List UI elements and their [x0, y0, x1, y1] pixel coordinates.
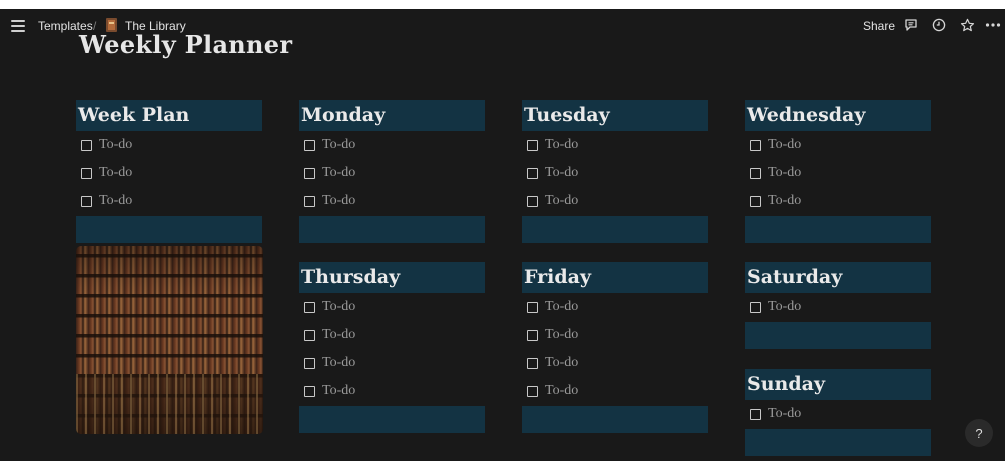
- todo-item[interactable]: To-do: [750, 163, 801, 183]
- library-photo: [76, 246, 263, 434]
- checkbox[interactable]: [527, 357, 538, 369]
- checkbox[interactable]: [527, 139, 538, 151]
- todo-label: To-do: [545, 383, 579, 398]
- help-button[interactable]: ?: [965, 419, 993, 447]
- todo-item[interactable]: To-do: [527, 135, 578, 155]
- checkbox[interactable]: [304, 329, 315, 341]
- todo-label: To-do: [545, 165, 579, 180]
- todo-item[interactable]: To-do: [304, 135, 355, 155]
- empty-block: [299, 216, 485, 243]
- todo-label: To-do: [99, 137, 133, 152]
- heading-sunday: Sunday: [745, 369, 931, 400]
- heading-monday: Monday: [299, 100, 485, 131]
- checkbox[interactable]: [527, 195, 538, 207]
- checkbox[interactable]: [527, 167, 538, 179]
- todo-item[interactable]: To-do: [304, 353, 355, 373]
- todo-item[interactable]: To-do: [304, 297, 355, 317]
- empty-block: [76, 216, 262, 243]
- window-top-strip: [0, 0, 1005, 9]
- todo-label: To-do: [768, 299, 802, 314]
- checkbox[interactable]: [527, 329, 538, 341]
- checkbox[interactable]: [527, 301, 538, 313]
- todo-label: To-do: [545, 299, 579, 314]
- checkbox[interactable]: [81, 139, 92, 151]
- heading-wednesday: Wednesday: [745, 100, 931, 131]
- comment-icon[interactable]: [902, 16, 920, 34]
- todo-item[interactable]: To-do: [750, 297, 801, 317]
- checkbox[interactable]: [750, 195, 761, 207]
- menu-icon[interactable]: [11, 20, 25, 32]
- page-title: Weekly Planner: [79, 30, 293, 59]
- todo-item[interactable]: To-do: [527, 297, 578, 317]
- checkbox[interactable]: [81, 167, 92, 179]
- todo-item[interactable]: To-do: [527, 353, 578, 373]
- todo-item[interactable]: To-do: [81, 191, 132, 211]
- heading-week-plan: Week Plan: [76, 100, 262, 131]
- todo-label: To-do: [322, 137, 356, 152]
- todo-item[interactable]: To-do: [750, 404, 801, 424]
- todo-label: To-do: [322, 355, 356, 370]
- todo-item[interactable]: To-do: [527, 191, 578, 211]
- checkbox[interactable]: [750, 139, 761, 151]
- heading-friday: Friday: [522, 262, 708, 293]
- todo-item[interactable]: To-do: [304, 163, 355, 183]
- todo-label: To-do: [545, 355, 579, 370]
- empty-block: [522, 406, 708, 433]
- todo-label: To-do: [768, 165, 802, 180]
- todo-label: To-do: [322, 299, 356, 314]
- checkbox[interactable]: [304, 357, 315, 369]
- todo-label: To-do: [99, 165, 133, 180]
- todo-item[interactable]: To-do: [304, 381, 355, 401]
- checkbox[interactable]: [81, 195, 92, 207]
- checkbox[interactable]: [304, 139, 315, 151]
- heading-saturday: Saturday: [745, 262, 931, 293]
- heading-thursday: Thursday: [299, 262, 485, 293]
- todo-label: To-do: [768, 137, 802, 152]
- todo-label: To-do: [545, 193, 579, 208]
- heading-tuesday: Tuesday: [522, 100, 708, 131]
- checkbox[interactable]: [304, 301, 315, 313]
- todo-label: To-do: [768, 406, 802, 421]
- empty-block: [299, 406, 485, 433]
- share-button[interactable]: Share: [863, 19, 895, 33]
- empty-block: [745, 216, 931, 243]
- todo-label: To-do: [99, 193, 133, 208]
- checkbox[interactable]: [750, 167, 761, 179]
- checkbox[interactable]: [304, 385, 315, 397]
- todo-item[interactable]: To-do: [527, 381, 578, 401]
- checkbox[interactable]: [750, 408, 761, 420]
- todo-label: To-do: [545, 137, 579, 152]
- empty-block: [745, 429, 931, 456]
- todo-item[interactable]: To-do: [304, 191, 355, 211]
- star-icon[interactable]: [958, 16, 976, 34]
- todo-label: To-do: [322, 193, 356, 208]
- empty-block: [745, 322, 931, 349]
- todo-item[interactable]: To-do: [750, 191, 801, 211]
- clock-icon[interactable]: [930, 16, 948, 34]
- todo-item[interactable]: To-do: [527, 163, 578, 183]
- checkbox[interactable]: [304, 195, 315, 207]
- todo-item[interactable]: To-do: [81, 163, 132, 183]
- todo-item[interactable]: To-do: [81, 135, 132, 155]
- more-icon[interactable]: [984, 16, 1002, 34]
- todo-label: To-do: [545, 327, 579, 342]
- checkbox[interactable]: [304, 167, 315, 179]
- checkbox[interactable]: [527, 385, 538, 397]
- todo-item[interactable]: To-do: [304, 325, 355, 345]
- todo-item[interactable]: To-do: [750, 135, 801, 155]
- todo-item[interactable]: To-do: [527, 325, 578, 345]
- todo-label: To-do: [322, 383, 356, 398]
- todo-label: To-do: [322, 165, 356, 180]
- checkbox[interactable]: [750, 301, 761, 313]
- todo-label: To-do: [768, 193, 802, 208]
- empty-block: [522, 216, 708, 243]
- todo-label: To-do: [322, 327, 356, 342]
